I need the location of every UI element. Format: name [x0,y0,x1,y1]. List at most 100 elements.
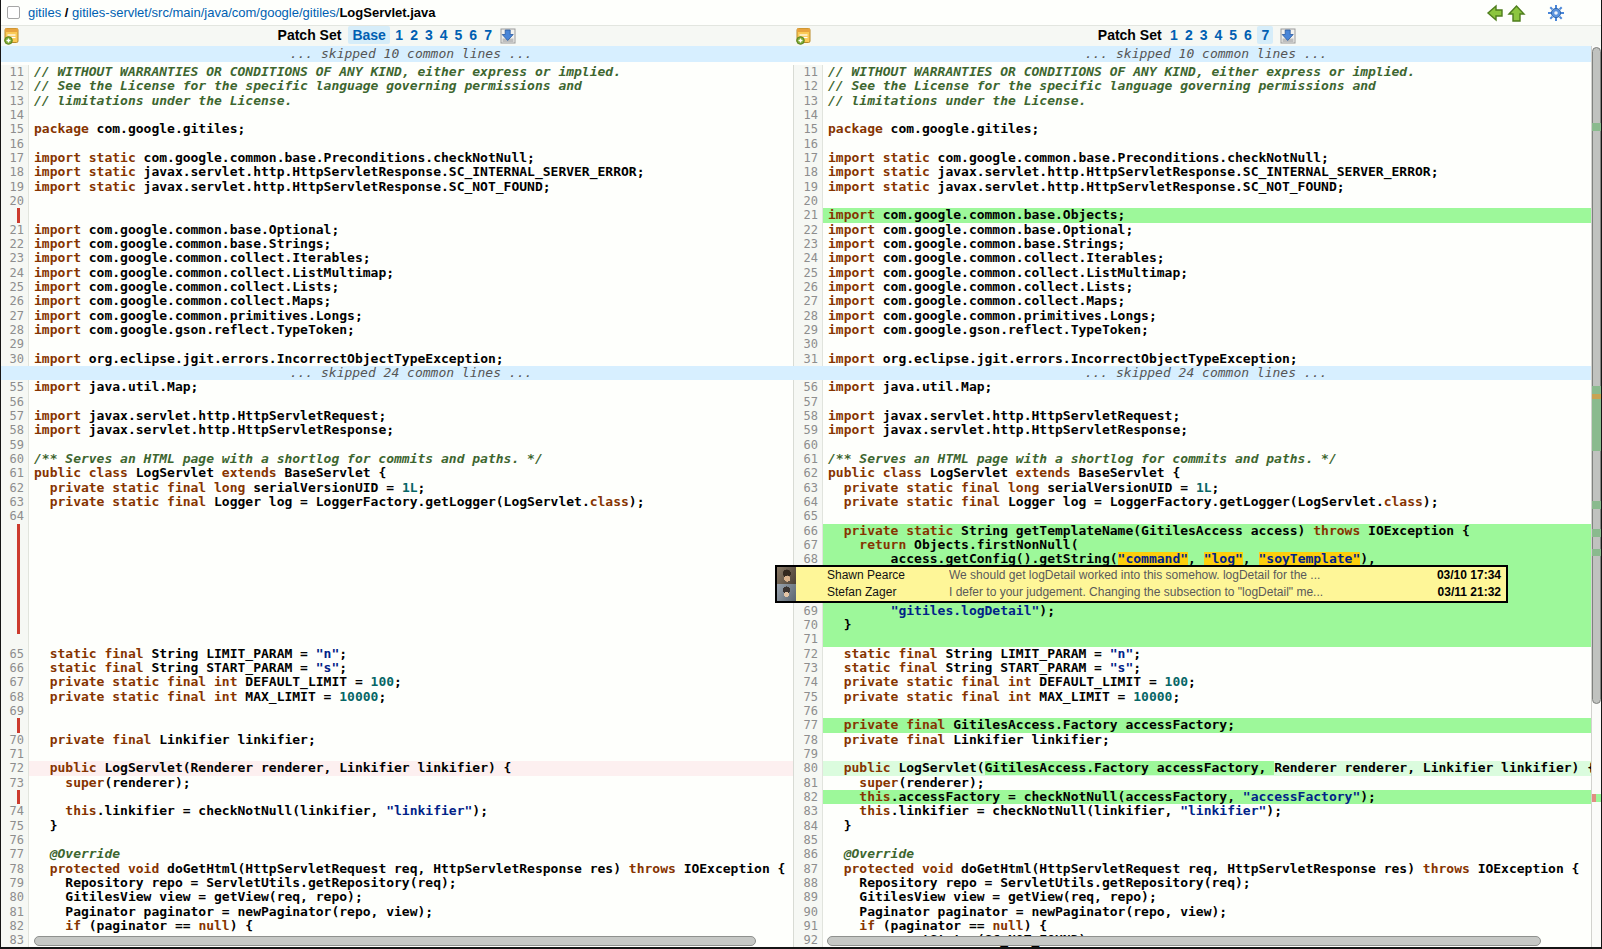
line-number[interactable]: 74 [793,675,823,689]
line-number[interactable]: 62 [1,481,29,495]
patchset-link-5[interactable]: 5 [1229,27,1237,43]
line-number[interactable]: 65 [793,509,823,523]
patchset-link-base[interactable]: Base [348,26,389,44]
line-number[interactable]: 20 [1,194,29,208]
line-number[interactable]: 24 [793,251,823,265]
line-number[interactable]: 21 [1,223,29,237]
green-arrow-up-icon[interactable] [1507,4,1526,22]
line-number[interactable]: 65 [1,647,29,661]
patchset-link-6[interactable]: 6 [1244,27,1252,43]
line-number[interactable]: 79 [793,747,823,761]
line-number[interactable]: 67 [793,538,823,552]
line-number[interactable]: 31 [793,352,823,366]
line-number[interactable]: 78 [1,862,29,876]
line-number[interactable]: 71 [793,632,823,646]
line-number[interactable]: 11 [1,65,29,79]
line-number[interactable]: 12 [793,79,823,93]
line-number[interactable]: 80 [793,761,823,775]
patchset-link-4[interactable]: 4 [440,27,448,43]
patchset-link-2[interactable]: 2 [1185,27,1193,43]
file-reviewed-checkbox[interactable] [7,6,20,19]
line-number[interactable]: 30 [793,337,823,351]
line-number[interactable]: 11 [793,65,823,79]
line-number[interactable]: 14 [793,108,823,122]
line-number[interactable]: 19 [793,180,823,194]
line-number[interactable]: 30 [1,352,29,366]
line-number[interactable]: 26 [1,294,29,308]
patchset-link-7[interactable]: 7 [484,27,492,43]
line-number[interactable]: 70 [793,618,823,632]
line-number[interactable]: 77 [793,718,823,732]
line-number[interactable]: 74 [1,804,29,818]
line-number[interactable]: 64 [793,495,823,509]
line-number[interactable]: 71 [1,747,29,761]
download-patch-icon[interactable] [500,28,516,44]
skipped-lines-band[interactable]: ... skipped 10 common lines ... [793,46,1591,62]
line-number[interactable]: 13 [793,94,823,108]
line-number[interactable]: 62 [793,466,823,480]
line-number[interactable] [1,208,29,222]
line-number[interactable]: 24 [1,266,29,280]
patchset-link-3[interactable]: 3 [425,27,433,43]
line-number[interactable]: 78 [793,733,823,747]
line-number[interactable]: 68 [1,690,29,704]
line-number[interactable]: 83 [1,933,29,947]
skipped-lines-band[interactable]: ... skipped 24 common lines ... [793,366,1591,380]
line-number[interactable]: 22 [793,223,823,237]
breadcrumb-project-link[interactable]: gitiles [28,5,61,20]
line-number[interactable]: 12 [1,79,29,93]
line-number[interactable]: 25 [1,280,29,294]
line-number[interactable]: 69 [1,704,29,718]
comment-summary-row[interactable]: Shawn PearceWe should get logDetail work… [777,567,1506,584]
breadcrumb-path-link[interactable]: gitiles-servlet/src/main/java/com/google… [72,5,339,20]
line-number[interactable]: 17 [1,151,29,165]
line-number[interactable]: 72 [793,647,823,661]
line-number[interactable]: 69 [793,604,823,618]
patchset-link-1[interactable]: 1 [395,27,403,43]
line-number[interactable]: 73 [793,661,823,675]
line-number[interactable]: 72 [1,761,29,775]
comment-summary-row[interactable]: Stefan ZagerI defer to your judgement. C… [777,584,1506,601]
line-number[interactable]: 89 [793,890,823,904]
line-number[interactable]: 76 [793,704,823,718]
patchset-link-3[interactable]: 3 [1200,27,1208,43]
line-number[interactable]: 29 [1,337,29,351]
patchset-link-4[interactable]: 4 [1215,27,1223,43]
line-number[interactable]: 28 [1,323,29,337]
green-arrow-left-icon[interactable] [1485,4,1504,22]
line-number[interactable]: 15 [1,122,29,136]
line-number[interactable]: 59 [793,423,823,437]
line-number[interactable] [1,718,29,732]
line-number[interactable]: 66 [1,661,29,675]
line-number[interactable]: 17 [793,151,823,165]
line-number[interactable]: 16 [793,137,823,151]
line-number[interactable]: 63 [793,481,823,495]
line-number[interactable]: 14 [1,108,29,122]
file-add-icon[interactable] [796,27,813,45]
patchset-link-6[interactable]: 6 [469,27,477,43]
patchset-link-7[interactable]: 7 [1257,26,1273,44]
line-number[interactable]: 84 [793,819,823,833]
line-number[interactable]: 61 [1,466,29,480]
inline-comment-thread[interactable]: Shawn PearceWe should get logDetail work… [775,565,1508,603]
line-number[interactable]: 75 [793,690,823,704]
overview-scrollbar[interactable] [1591,46,1601,948]
gear-icon[interactable] [1547,4,1565,22]
line-number[interactable]: 59 [1,438,29,452]
line-number[interactable]: 90 [793,905,823,919]
line-number[interactable]: 87 [793,862,823,876]
line-number[interactable]: 83 [793,804,823,818]
horizontal-scrollbar-right[interactable] [827,936,1541,946]
line-number[interactable]: 19 [1,180,29,194]
line-number[interactable]: 92 [793,933,823,947]
line-number[interactable]: 57 [793,395,823,409]
line-number[interactable]: 21 [793,208,823,222]
line-number[interactable]: 63 [1,495,29,509]
line-number[interactable]: 25 [793,266,823,280]
line-number[interactable]: 13 [1,94,29,108]
line-number[interactable]: 56 [1,395,29,409]
line-number[interactable]: 23 [793,237,823,251]
line-number[interactable]: 73 [1,776,29,790]
line-number[interactable]: 76 [1,833,29,847]
file-add-icon[interactable] [4,27,21,45]
